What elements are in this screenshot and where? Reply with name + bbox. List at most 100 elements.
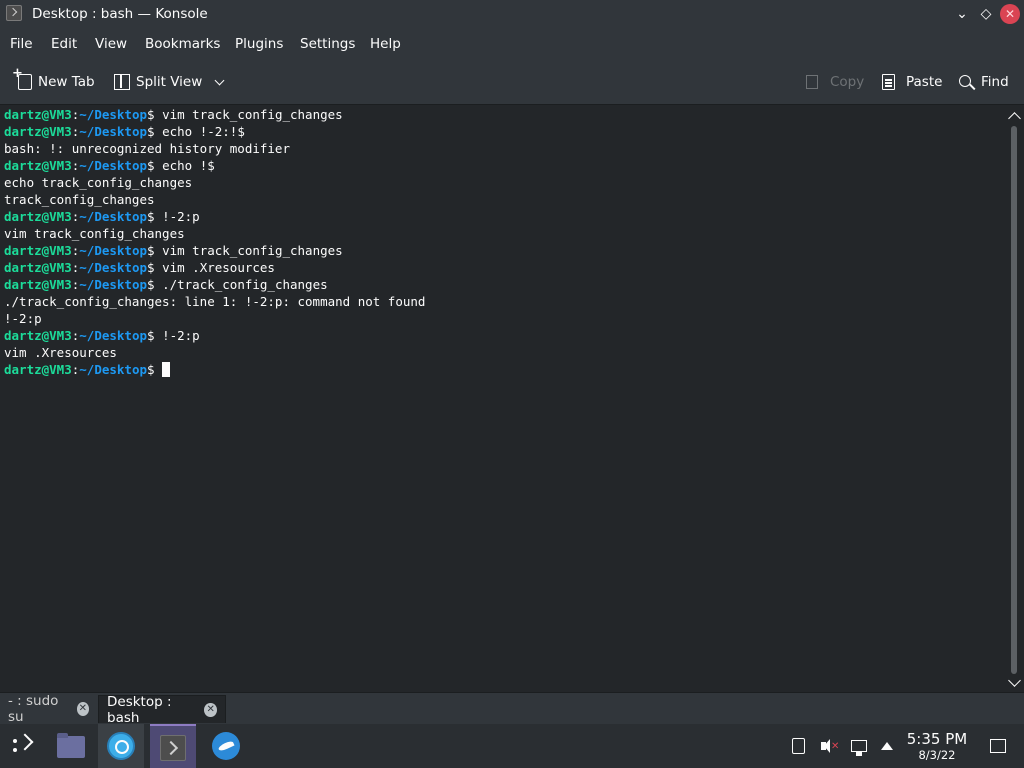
command-text: vim track_config_changes (162, 243, 343, 258)
maximize-button[interactable]: ◇ (976, 4, 996, 24)
paste-icon (882, 74, 895, 90)
show-desktop-icon[interactable] (990, 739, 1006, 753)
command-text: echo !$ (162, 158, 215, 173)
find-label: Find (981, 74, 1009, 90)
mute-x-icon: ✕ (831, 741, 840, 752)
menu-bookmarks[interactable]: Bookmarks (145, 36, 220, 52)
taskbar-bird-app[interactable] (203, 724, 249, 768)
konsole-app-icon (6, 5, 22, 21)
bird-icon (212, 732, 240, 760)
prompt-user: dartz@VM3 (4, 107, 72, 122)
taskbar-browser[interactable] (98, 724, 144, 768)
clock-time[interactable]: 5:35 PM (896, 730, 978, 748)
menu-edit[interactable]: Edit (51, 36, 77, 52)
command-text: vim .Xresources (162, 260, 275, 275)
browser-icon (107, 732, 135, 760)
menu-settings[interactable]: Settings (300, 36, 355, 52)
terminal-command-line: dartz@VM3:~/Desktop$ ./track_config_chan… (4, 276, 1006, 293)
copy-label: Copy (830, 74, 865, 90)
prompt-path: ~/Desktop (79, 362, 147, 377)
prompt-symbol: $ (147, 209, 163, 224)
new-tab-button[interactable]: New Tab (12, 66, 95, 92)
prompt-user: dartz@VM3 (4, 243, 72, 258)
prompt-path: ~/Desktop (79, 107, 147, 122)
split-view-icon (114, 74, 130, 90)
terminal-prompt-line-active: dartz@VM3:~/Desktop$ (4, 361, 1006, 378)
tab-sudo-su[interactable]: - : sudo su ✕ (0, 693, 97, 725)
terminal-output-line: echo track_config_changes (4, 175, 193, 190)
prompt-symbol: $ (147, 124, 163, 139)
minimize-button[interactable]: ⌄ (952, 4, 972, 24)
toolbar: New Tab Split View Copy Paste Find (0, 59, 1024, 105)
close-tab-icon[interactable]: ✕ (204, 702, 217, 717)
prompt-path: ~/Desktop (79, 277, 147, 292)
tab-label: - : sudo su (8, 693, 59, 725)
terminal-command-line: dartz@VM3:~/Desktop$ vim .Xresources (4, 259, 1006, 276)
terminal-command-line: dartz@VM3:~/Desktop$ echo !-2:!$ (4, 123, 1006, 140)
new-tab-label: New Tab (38, 74, 95, 90)
prompt-path: ~/Desktop (79, 328, 147, 343)
prompt-path: ~/Desktop (79, 209, 147, 224)
title-bar: Desktop : bash — Konsole ⌄ ◇ ✕ (0, 0, 1024, 29)
tab-desktop-bash[interactable]: Desktop : bash ✕ (98, 693, 226, 726)
terminal-output-line: !-2:p (4, 311, 42, 326)
taskbar-konsole[interactable] (150, 724, 196, 768)
prompt-symbol: $ (147, 277, 163, 292)
prompt-user: dartz@VM3 (4, 158, 72, 173)
menu-view[interactable]: View (95, 36, 127, 52)
prompt-symbol: $ (147, 107, 163, 122)
paste-button[interactable]: Paste (882, 72, 942, 92)
terminal-output-line: vim track_config_changes (4, 226, 185, 241)
menu-file[interactable]: File (10, 36, 33, 52)
taskbar: ✕ 5:35 PM 8/3/22 (0, 724, 1024, 768)
prompt-user: dartz@VM3 (4, 362, 72, 377)
prompt-symbol: $ (147, 362, 163, 377)
taskbar-file-manager[interactable] (48, 724, 94, 768)
copy-button[interactable]: Copy (806, 72, 864, 92)
prompt-path: ~/Desktop (79, 158, 147, 173)
find-button[interactable]: Find (959, 72, 1009, 92)
prompt-user: dartz@VM3 (4, 328, 72, 343)
prompt-path: ~/Desktop (79, 124, 147, 139)
close-tab-icon[interactable]: ✕ (76, 702, 89, 716)
menu-plugins[interactable]: Plugins (235, 36, 283, 52)
application-launcher-icon (13, 736, 31, 754)
new-tab-icon (12, 66, 32, 90)
terminal-output-line: bash: !: unrecognized history modifier (4, 141, 290, 156)
terminal-command-line: dartz@VM3:~/Desktop$ echo !$ (4, 157, 1006, 174)
tab-bar: - : sudo su ✕ Desktop : bash ✕ (0, 692, 1024, 726)
scroll-up-arrow-icon[interactable] (1008, 112, 1021, 125)
search-icon (959, 74, 971, 87)
tab-label: Desktop : bash (107, 693, 172, 726)
prompt-symbol: $ (147, 260, 163, 275)
close-button[interactable]: ✕ (1000, 4, 1020, 24)
scrollbar-thumb[interactable] (1011, 126, 1017, 674)
prompt-symbol: $ (147, 158, 163, 173)
clipboard-icon[interactable] (792, 738, 805, 754)
clock-date[interactable]: 8/3/22 (896, 748, 978, 762)
application-launcher-button[interactable] (0, 724, 46, 768)
menu-help[interactable]: Help (370, 36, 401, 52)
konsole-icon (160, 735, 186, 761)
split-view-label: Split View (136, 74, 203, 90)
chevron-down-icon[interactable] (214, 75, 225, 85)
command-text: !-2:p (162, 328, 200, 343)
terminal-output[interactable]: dartz@VM3:~/Desktop$ vim track_config_ch… (0, 106, 1006, 692)
terminal-command-line: dartz@VM3:~/Desktop$ vim track_config_ch… (4, 106, 1006, 123)
text-cursor (162, 362, 171, 377)
network-icon[interactable] (851, 740, 867, 756)
prompt-path: ~/Desktop (79, 243, 147, 258)
scroll-down-arrow-icon[interactable] (1008, 674, 1021, 687)
prompt-path: ~/Desktop (79, 260, 147, 275)
command-text: !-2:p (162, 209, 200, 224)
window-title: Desktop : bash — Konsole (32, 6, 208, 22)
copy-icon (806, 75, 818, 89)
menu-bar: File Edit View Bookmarks Plugins Setting… (0, 29, 1024, 59)
prompt-user: dartz@VM3 (4, 124, 72, 139)
command-text: vim track_config_changes (162, 107, 343, 122)
command-text: ./track_config_changes (162, 277, 328, 292)
scrollbar[interactable] (1006, 106, 1024, 692)
expand-tray-icon[interactable] (881, 742, 893, 750)
split-view-button[interactable]: Split View (114, 72, 225, 92)
terminal-output-line: ./track_config_changes: line 1: !-2:p: c… (4, 294, 426, 309)
